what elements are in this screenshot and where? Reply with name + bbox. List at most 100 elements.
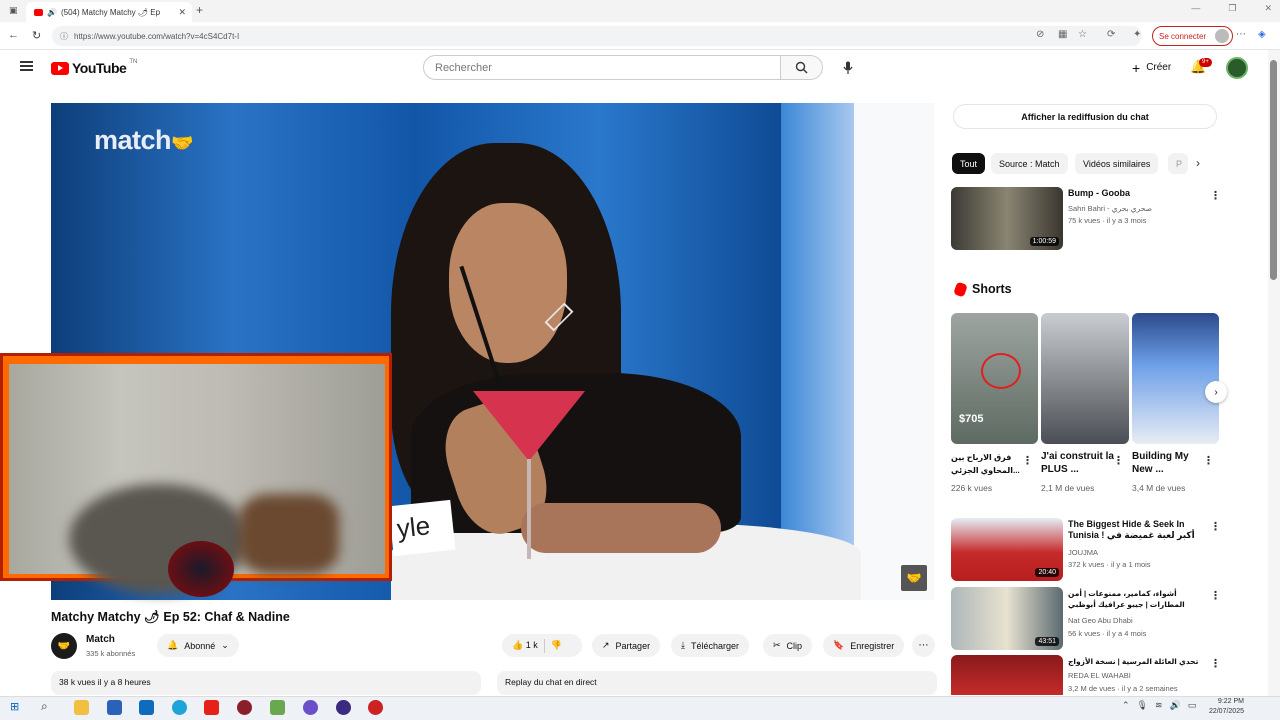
channel-name[interactable]: Match xyxy=(86,634,115,645)
dislike-button[interactable]: 👎 xyxy=(551,640,562,651)
short-title-2[interactable]: J'ai construit la PLUS ... xyxy=(1041,450,1116,476)
taskbar-clock[interactable]: 9:22 PM 22/07/2025 xyxy=(1200,697,1244,717)
network-icon[interactable]: ≋ xyxy=(1155,700,1163,711)
subscribed-label: Abonné xyxy=(184,640,216,651)
chip-all[interactable]: Tout xyxy=(952,153,986,174)
voice-search-button[interactable] xyxy=(835,55,860,80)
video-channel-3[interactable]: Nat Geo Abu Dhabi xyxy=(1068,615,1203,626)
favorite-icon[interactable]: ☆ xyxy=(1078,29,1087,40)
short-thumbnail-1[interactable]: $705 xyxy=(951,313,1038,444)
show-chat-replay-button[interactable]: Afficher la rediffusion du chat xyxy=(953,104,1217,129)
video-thumbnail-1[interactable]: 1:00:59 xyxy=(951,187,1063,250)
chevron-up-icon[interactable]: ⌃ xyxy=(1122,700,1130,711)
outlook-icon[interactable] xyxy=(139,700,154,715)
hamburger-menu-icon[interactable] xyxy=(20,61,33,71)
video-title-1[interactable]: Bump - Gooba xyxy=(1068,188,1203,199)
save-button[interactable]: 🔖 Enregistrer xyxy=(823,634,905,657)
youtube-logo[interactable]: YouTube TN xyxy=(51,59,137,76)
collections-icon[interactable]: ✦ xyxy=(1133,29,1141,40)
back-icon[interactable]: ← xyxy=(8,29,19,41)
video-channel-2[interactable]: JOUJMA xyxy=(1068,547,1203,558)
chevron-right-icon[interactable]: › xyxy=(1196,156,1200,170)
site-info-icon[interactable]: ⓘ xyxy=(60,31,68,42)
video-title-4[interactable]: تحدي العائلة المرسية | نسخة الأزواج xyxy=(1068,656,1203,667)
app-icon-green[interactable] xyxy=(270,700,285,715)
search-input[interactable]: Rechercher xyxy=(423,55,781,80)
store-icon[interactable] xyxy=(107,700,122,715)
page-scrollbar-thumb[interactable] xyxy=(1270,60,1277,280)
like-button[interactable]: 👍 1 k xyxy=(512,640,538,651)
copilot-icon[interactable]: ◈ xyxy=(1258,29,1266,40)
share-button[interactable]: ↗ Partager xyxy=(592,634,661,657)
minimize-button[interactable]: — xyxy=(1191,3,1200,14)
video-thumbnail-2[interactable]: 20:40 xyxy=(951,518,1063,581)
logo-text: YouTube xyxy=(72,60,127,76)
chat-replay-box[interactable]: Replay du chat en direct xyxy=(497,671,937,695)
more-actions-button[interactable]: ⋯ xyxy=(912,634,935,657)
volume-icon[interactable]: 🔊 xyxy=(1170,700,1181,711)
short-title-3[interactable]: Building My New ... xyxy=(1132,450,1200,476)
video-title-3[interactable]: أشواء، كمامير، ممنوعات | أمن المطارات | … xyxy=(1068,588,1203,612)
tab-actions-icon[interactable]: ▣ xyxy=(9,5,18,16)
share-label: Partager xyxy=(615,640,651,651)
app-icon-purple[interactable] xyxy=(303,700,318,715)
clip-button[interactable]: ✂ Clip xyxy=(763,634,813,657)
video-channel-4[interactable]: REDA EL WAHABI xyxy=(1068,670,1203,681)
microphone-tray-icon[interactable]: 🎙 xyxy=(1137,700,1148,711)
short-views-3: 3,4 M de vues xyxy=(1132,483,1186,493)
close-window-button[interactable]: ✕ xyxy=(1264,3,1272,14)
close-tab-icon[interactable]: ✕ xyxy=(178,7,186,18)
reader-icon[interactable]: ▦ xyxy=(1058,29,1067,40)
channel-avatar[interactable]: 🤝 xyxy=(51,633,77,659)
translate-icon[interactable]: ⊘ xyxy=(1036,29,1044,40)
edge-icon[interactable] xyxy=(172,700,187,715)
clock-time: 9:22 PM xyxy=(1217,698,1244,705)
chip-source-label: Source : Match xyxy=(999,158,1060,169)
video-menu-icon-4[interactable]: ⋮ xyxy=(1210,657,1221,670)
chip-more[interactable]: P xyxy=(1168,153,1188,174)
create-button[interactable]: + Créer xyxy=(1122,55,1183,80)
shorts-next-button[interactable]: › xyxy=(1205,381,1227,403)
short-menu-icon-2[interactable]: ⋮ xyxy=(1113,454,1124,467)
url-field[interactable]: ⓘ https://www.youtube.com/watch?v=4cS4Cd… xyxy=(52,26,1142,46)
bookmark-icon: 🔖 xyxy=(833,640,845,650)
browser-tab-active[interactable]: 🔊 (504) Matchy Matchy 🌶 Ep ✕ xyxy=(26,2,192,22)
battery-icon[interactable]: ▭ xyxy=(1188,700,1197,711)
system-tray: ⌃ 🎙 ≋ 🔊 ▭ xyxy=(1122,700,1196,711)
search-button[interactable] xyxy=(781,55,823,80)
channel-watermark-icon[interactable]: 🤝 xyxy=(901,565,927,591)
short-menu-icon-1[interactable]: ⋮ xyxy=(1022,454,1033,467)
download-icon: ⤓ xyxy=(681,640,685,650)
video-menu-icon-2[interactable]: ⋮ xyxy=(1210,520,1221,533)
short-menu-icon-3[interactable]: ⋮ xyxy=(1203,454,1214,467)
video-thumbnail-3[interactable]: 43:51 xyxy=(951,587,1063,650)
video-title-2[interactable]: The Biggest Hide & Seek In Tunisia ! أكب… xyxy=(1068,519,1203,541)
chip-source-match[interactable]: Source : Match xyxy=(991,153,1068,174)
app-icon-red[interactable] xyxy=(237,700,252,715)
app-icon-violet[interactable] xyxy=(336,700,351,715)
windows-start-icon[interactable]: ⊞ xyxy=(10,700,19,713)
file-explorer-icon[interactable] xyxy=(74,700,89,715)
short-thumbnail-3[interactable] xyxy=(1132,313,1219,444)
refresh-ext-icon[interactable]: ⟳ xyxy=(1107,29,1115,40)
new-tab-icon[interactable]: + xyxy=(196,3,203,17)
video-thumbnail-4[interactable] xyxy=(951,655,1063,695)
subscribed-button[interactable]: 🔔 Abonné ⌄ xyxy=(157,634,239,657)
taskbar-search-icon[interactable]: ⌕ xyxy=(41,699,48,714)
reload-icon[interactable]: ↻ xyxy=(32,29,41,42)
download-button[interactable]: ⤓ Télécharger xyxy=(671,634,750,657)
video-channel-1[interactable]: Sahri Bahri - صحري بحري xyxy=(1068,203,1203,214)
url-text: https://www.youtube.com/watch?v=4cS4Cd7t… xyxy=(74,31,240,41)
description-box[interactable]: 38 k vues il y a 8 heures xyxy=(51,671,481,695)
video-menu-icon-3[interactable]: ⋮ xyxy=(1210,589,1221,602)
user-avatar[interactable] xyxy=(1226,57,1248,79)
short-title-1[interactable]: فرق الارباح بين المحاوي الجزئي... xyxy=(951,451,1023,477)
app-icon-brand[interactable] xyxy=(368,700,383,715)
signin-button[interactable]: Se connecter xyxy=(1152,26,1234,46)
youtube-taskbar-icon[interactable] xyxy=(204,700,219,715)
short-thumbnail-2[interactable] xyxy=(1041,313,1129,444)
maximize-button[interactable]: ❐ xyxy=(1228,3,1236,14)
browser-menu-icon[interactable]: ⋯ xyxy=(1236,29,1246,40)
video-menu-icon-1[interactable]: ⋮ xyxy=(1210,189,1221,202)
chip-similar-videos[interactable]: Vidéos similaires xyxy=(1075,153,1159,174)
